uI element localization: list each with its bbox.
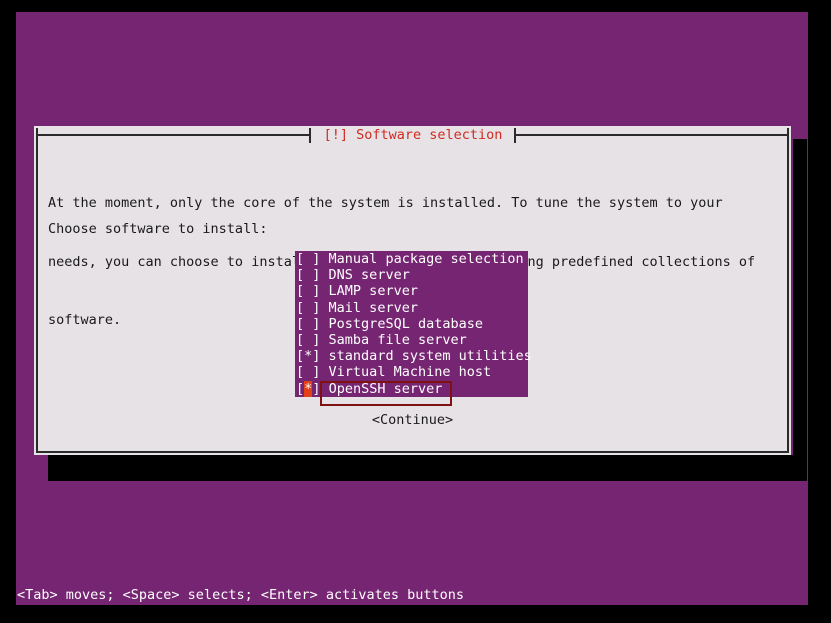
terminal-screen: [!] Software selection At the moment, on… [0,0,831,623]
list-item-label: Manual package selection [328,251,524,267]
list-item-label: LAMP server [328,283,418,300]
checkbox-bracket-close: ] [312,331,329,348]
dialog-shadow-right [793,139,807,481]
checkbox-empty-icon[interactable] [304,283,312,299]
list-item[interactable]: [ ] PostgreSQL database [295,316,528,332]
checkbox-bracket-close: ] [312,299,329,316]
list-item[interactable]: [ ] Virtual Machine host [295,364,528,380]
checkbox-checked-icon[interactable]: * [304,348,312,364]
checkbox-empty-icon[interactable] [304,267,312,283]
list-item-label: standard system utilities [328,348,532,365]
checkbox-empty-icon[interactable] [304,316,312,332]
dialog-shadow-bottom [48,455,807,481]
checkbox-bracket-close: ] [312,348,329,365]
checkbox-bracket-open: [ [296,380,305,397]
description-line-1: At the moment, only the core of the syst… [48,195,723,211]
keyboard-hints-status-bar: <Tab> moves; <Space> selects; <Enter> ac… [16,585,808,605]
checkbox-bracket-open: [ [296,348,305,365]
continue-button[interactable]: <Continue> [34,411,791,429]
list-item[interactable]: [ ] Mail server [295,300,528,316]
checkbox-bracket-open: [ [296,315,305,332]
checkbox-bracket-close: ] [312,267,329,284]
checkbox-empty-icon[interactable] [304,251,312,267]
list-item[interactable]: [*] OpenSSH server [295,380,528,397]
checkbox-checked-icon[interactable]: * [304,380,313,397]
list-item[interactable]: [*] standard system utilities [295,348,532,365]
dialog-border-right [787,128,789,453]
checkbox-bracket-open: [ [296,364,305,381]
dialog-border-left [36,128,38,453]
checkbox-bracket-close: ] [312,251,329,267]
list-item-label: Virtual Machine host [328,364,492,381]
choose-software-prompt: Choose software to install: [48,221,268,237]
title-cap-left [309,128,311,143]
software-selection-dialog: [!] Software selection At the moment, on… [34,126,791,455]
checkbox-empty-icon[interactable] [304,364,312,380]
checkbox-empty-icon[interactable] [304,332,312,348]
list-item-label: DNS server [328,267,410,284]
checkbox-empty-icon[interactable] [304,300,312,316]
checkbox-bracket-open: [ [296,251,305,267]
checkbox-bracket-close: ] [312,315,329,332]
checkbox-bracket-close: ] [312,364,329,381]
list-item-label: PostgreSQL database [328,315,483,332]
list-item[interactable]: [ ] Samba file server [295,332,528,348]
software-selection-list[interactable]: [ ] Manual package selection[ ] DNS serv… [295,251,532,397]
checkbox-bracket-open: [ [296,283,305,300]
list-item-label: OpenSSH server [328,380,443,397]
list-item[interactable]: [ ] DNS server [295,267,528,283]
checkbox-bracket-close: ] [312,380,329,397]
checkbox-bracket-open: [ [296,299,305,316]
list-item-label: Samba file server [328,331,467,348]
dialog-title-bar: [!] Software selection [34,126,791,144]
list-item[interactable]: [ ] Manual package selection [295,251,528,267]
list-item[interactable]: [ ] LAMP server [295,283,528,299]
checkbox-bracket-open: [ [296,267,305,284]
list-item-label: Mail server [328,299,418,316]
title-rule-right [516,134,789,136]
title-rule-left [36,134,309,136]
checkbox-bracket-close: ] [312,283,329,300]
checkbox-bracket-open: [ [296,331,305,348]
dialog-border-bottom [36,451,789,453]
dialog-title: [!] Software selection [323,127,503,143]
